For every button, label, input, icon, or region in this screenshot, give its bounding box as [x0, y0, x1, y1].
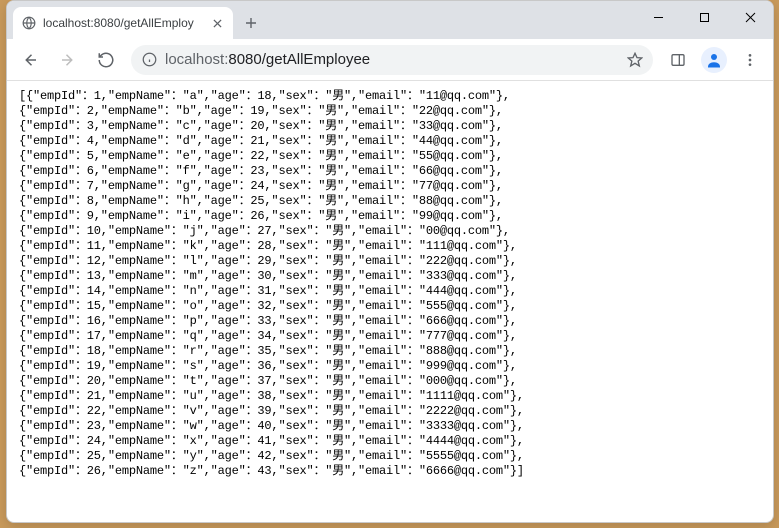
new-tab-button[interactable] [237, 9, 265, 37]
toolbar-right [661, 43, 767, 77]
avatar-icon [701, 47, 727, 73]
globe-icon [21, 15, 37, 31]
address-bar[interactable]: localhost:8080/getAllEmployee [131, 45, 653, 75]
url-text: localhost:8080/getAllEmployee [165, 51, 619, 68]
minimize-button[interactable] [635, 1, 681, 33]
site-info-icon[interactable] [141, 52, 157, 68]
browser-tab[interactable]: localhost:8080/getAllEmploy [13, 7, 233, 39]
menu-button[interactable] [733, 43, 767, 77]
toolbar: localhost:8080/getAllEmployee [7, 39, 773, 81]
tab-close-button[interactable] [209, 15, 225, 31]
window-controls [635, 1, 773, 33]
maximize-button[interactable] [681, 1, 727, 33]
tab-title: localhost:8080/getAllEmploy [43, 16, 203, 30]
profile-button[interactable] [697, 43, 731, 77]
bookmark-star-icon[interactable] [627, 52, 643, 68]
side-panel-button[interactable] [661, 43, 695, 77]
url-path: 8080/getAllEmployee [228, 51, 370, 68]
titlebar: localhost:8080/getAllEmploy [7, 1, 773, 39]
browser-window: localhost:8080/getAllEmploy [6, 0, 774, 523]
back-button[interactable] [13, 43, 47, 77]
reload-button[interactable] [89, 43, 123, 77]
forward-button[interactable] [51, 43, 85, 77]
response-body[interactable]: [{″empId″：1,″empName″：″a″,″age″：18,″sex″… [7, 81, 773, 522]
url-host: localhost: [165, 51, 228, 68]
close-button[interactable] [727, 1, 773, 33]
